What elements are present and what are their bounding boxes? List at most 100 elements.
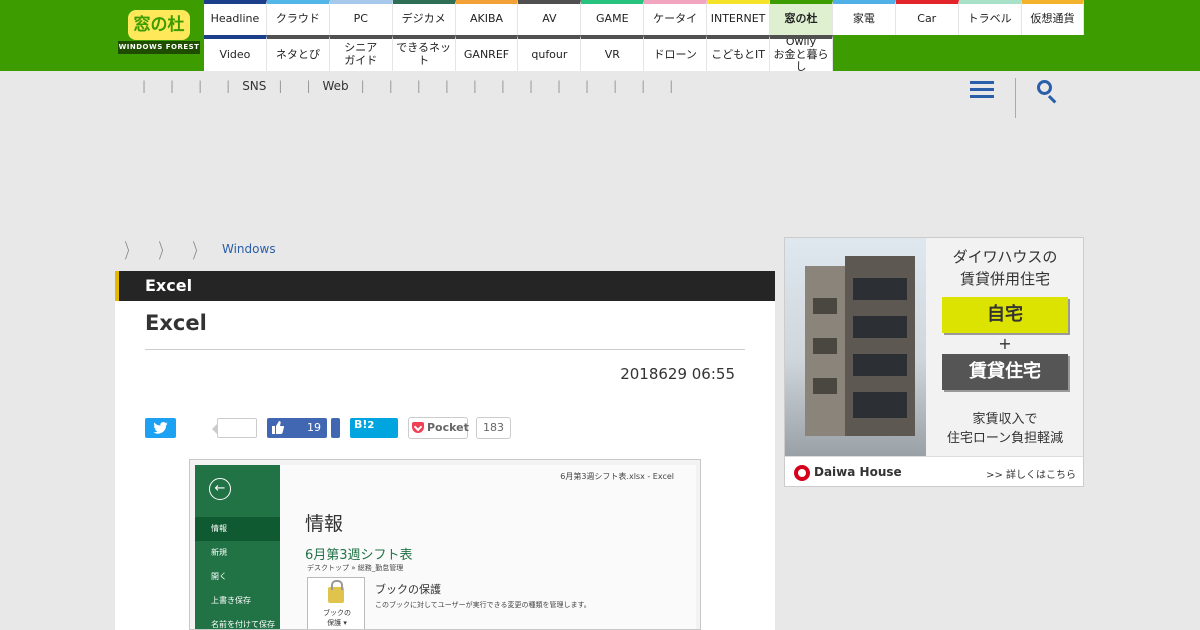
- excel-document-path: デスクトップ » 総務_勤怠管理: [307, 564, 404, 572]
- hatena-label: B!: [354, 418, 368, 431]
- subnav-separator: |: [472, 79, 477, 93]
- protect-workbook-tile: ブックの 保護 ▾: [307, 577, 365, 629]
- site-header: 窓の杜 WINDOWS FOREST Headline クラウド PC デジカメ AKI…: [0, 0, 1200, 71]
- subnav-separator: |: [416, 79, 421, 93]
- section-header: Excel: [115, 271, 775, 301]
- pocket-save-button[interactable]: Pocket: [408, 417, 469, 439]
- subnav-separator: |: [170, 79, 175, 93]
- subnav-separator: |: [613, 79, 618, 93]
- subnav-separator: |: [226, 79, 231, 93]
- breadcrumb-link-windows[interactable]: Windows: [222, 242, 276, 256]
- backstage-menu-item: 上書き保存: [211, 596, 251, 605]
- sidebar-ad-banner[interactable]: ダイワハウスの 賃貸併用住宅 自宅 + 賃貸住宅 家賃収入で 住宅ローン負担軽減…: [784, 237, 1084, 487]
- twitter-count-bubble: [212, 418, 257, 438]
- nav-item-row1-13[interactable]: 仮想通貨: [1021, 0, 1085, 35]
- subnav-separator: |: [557, 79, 562, 93]
- twitter-bird-icon: [153, 422, 168, 434]
- category-subnav: | | | | SNS | | Web | | | | | | | | | | | |: [130, 79, 685, 95]
- nav-item-row1-1[interactable]: クラウド: [266, 0, 330, 35]
- subnav-separator: |: [306, 79, 311, 93]
- facebook-share-button[interactable]: [331, 418, 340, 438]
- excel-backstage-sidebar: ← 情報新規開く上書き保存名前を付けて保存: [195, 465, 280, 629]
- subnav-separator: |: [142, 79, 147, 93]
- daiwa-logo-icon: [794, 465, 810, 481]
- nav-item-row1-6[interactable]: GAME: [581, 0, 645, 35]
- nav-item-row2-2[interactable]: シニア ガイド: [329, 35, 393, 71]
- header-divider: [1015, 78, 1016, 118]
- backstage-menu-item: 新規: [211, 548, 227, 557]
- nav-item-row1-9[interactable]: 窓の杜: [770, 0, 833, 35]
- subnav-separator: |: [641, 79, 646, 93]
- ad-label-home: 自宅: [942, 297, 1068, 333]
- nav-item-row2-4[interactable]: GANREF: [455, 35, 519, 71]
- subnav-separator: |: [669, 79, 674, 93]
- backstage-menu-item: 情報: [195, 517, 280, 541]
- nav-item-row1-7[interactable]: ケータイ: [644, 0, 708, 35]
- nav-item-row1-3[interactable]: デジカメ: [392, 0, 456, 35]
- excel-backstage-menu: 情報新規開く上書き保存名前を付けて保存: [195, 517, 280, 629]
- nav-item-row1-0[interactable]: Headline: [204, 0, 267, 35]
- backstage-menu-item: 開く: [211, 572, 227, 581]
- back-arrow-icon: ←: [209, 478, 231, 500]
- pocket-label: Pocket: [427, 421, 469, 434]
- backstage-menu-item: 名前を付けて保存: [211, 620, 275, 629]
- chevron-right-icon: 〉: [192, 238, 204, 263]
- subnav-separator: |: [198, 79, 203, 93]
- nav-item-row1-2[interactable]: PC: [329, 0, 393, 35]
- excel-info-pane: 6月第3週シフト表.xlsx - Excel 情報 6月第3週シフト表 デスクト…: [280, 465, 696, 629]
- nav-item-row1-10[interactable]: 家電: [832, 0, 896, 35]
- site-logo[interactable]: 窓の杜 WINDOWS FOREST: [118, 8, 200, 56]
- menu-icon[interactable]: [970, 80, 994, 100]
- excel-info-heading: 情報: [305, 513, 344, 535]
- nav-item-row2-1[interactable]: ネタとぴ: [266, 35, 330, 71]
- breadcrumb: 〉 〉 〉 Windows: [120, 237, 276, 263]
- excel-window-title: 6月第3週シフト表.xlsx - Excel: [560, 472, 674, 481]
- article-figure-excel-screenshot[interactable]: ← 情報新規開く上書き保存名前を付けて保存 6月第3週シフト表.xlsx - E…: [189, 459, 701, 630]
- subnav-item-5[interactable]: Web: [323, 79, 349, 95]
- nav-item-row1-4[interactable]: AKIBA: [455, 0, 519, 35]
- nav-item-row2-9[interactable]: Owlly お金と暮らし: [770, 35, 833, 71]
- hatena-bookmark-button[interactable]: B!2: [350, 418, 398, 438]
- twitter-share-button[interactable]: [145, 418, 176, 438]
- article-title: Excel: [145, 311, 207, 335]
- nav-item-row1-8[interactable]: INTERNET: [707, 0, 771, 35]
- subnav-separator: |: [444, 79, 449, 93]
- pocket-icon: [412, 422, 424, 433]
- nav-item-row2-8[interactable]: こどもとIT: [707, 35, 771, 71]
- share-buttons: 19 B!2 Pocket 183: [145, 417, 765, 439]
- nav-item-row2-5[interactable]: qufour: [518, 35, 582, 71]
- chevron-right-icon: 〉: [124, 238, 136, 263]
- ad-plus-sign: +: [998, 334, 1012, 353]
- ad-footer: Daiwa House >> 詳しくはこちら: [785, 456, 1083, 486]
- subnav-item-3[interactable]: SNS: [242, 79, 266, 95]
- hatena-count: 2: [367, 420, 375, 431]
- excel-document-name: 6月第3週シフト表: [305, 548, 413, 563]
- ad-tagline: 家賃収入で 住宅ローン負担軽減: [946, 412, 1064, 446]
- facebook-like-count: 19: [307, 421, 321, 434]
- nav-item-row2-7[interactable]: ドローン: [644, 35, 708, 71]
- title-divider: [145, 349, 745, 350]
- protect-workbook-description: このブックに対してユーザーが実行できる変更の種類を管理します。: [375, 601, 591, 609]
- nav-item-row1-11[interactable]: Car: [895, 0, 959, 35]
- chevron-right-icon: 〉: [158, 238, 170, 263]
- article-date: 2018629 06:55: [620, 365, 735, 383]
- subnav-separator: |: [585, 79, 590, 93]
- site-nav: Headline クラウド PC デジカメ AKIBA AV GAME ケータイ INTERNE…: [204, 0, 1085, 71]
- article-card: Excel Excel 2018629 06:55 19 B!2 Pocket …: [115, 271, 775, 630]
- nav-item-row1-12[interactable]: トラベル: [958, 0, 1022, 35]
- logo-subtext: WINDOWS FOREST: [118, 41, 200, 54]
- ad-cta-link[interactable]: >> 詳しくはこちら: [986, 466, 1076, 481]
- nav-item-row2-6[interactable]: VR: [581, 35, 645, 71]
- subnav-separator: |: [360, 79, 365, 93]
- nav-item-row2-3[interactable]: できるネット: [392, 35, 456, 71]
- nav-item-row2-0[interactable]: Video: [204, 35, 267, 71]
- logo-text: 窓の杜: [128, 10, 190, 40]
- nav-item-row1-5[interactable]: AV: [518, 0, 582, 35]
- facebook-like-button[interactable]: 19: [267, 418, 327, 438]
- search-icon[interactable]: [1036, 79, 1060, 104]
- subnav-separator: |: [500, 79, 505, 93]
